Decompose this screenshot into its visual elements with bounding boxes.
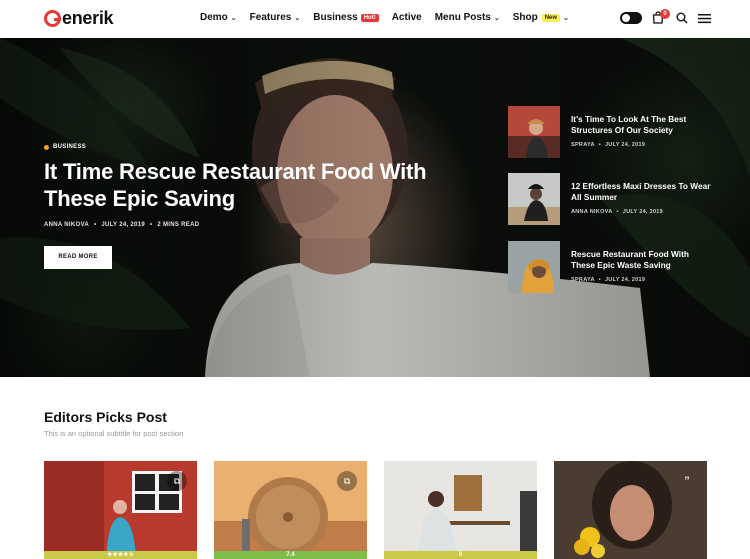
thumbnail-image xyxy=(508,241,560,293)
hero-author[interactable]: ANNA NIKOVA xyxy=(44,222,89,228)
nav-item-features[interactable]: Features ⌄ xyxy=(250,12,301,23)
nav-label: Active xyxy=(391,12,422,23)
chevron-down-icon: ⌄ xyxy=(493,14,500,22)
side-post-author[interactable]: SPRAYA xyxy=(571,142,595,148)
side-post-thumbnail[interactable] xyxy=(508,241,560,293)
post-card[interactable]: ” xyxy=(554,461,707,559)
hot-badge: Hot! xyxy=(360,13,379,22)
hero-section: BUSINESS It Time Rescue Restaurant Food … xyxy=(0,38,750,377)
hamburger-menu-icon[interactable] xyxy=(698,13,711,24)
logo-text: enerik xyxy=(62,8,114,28)
chevron-down-icon: ⌄ xyxy=(563,14,569,22)
post-card[interactable]: ⧉ ★★★★☆ xyxy=(44,461,197,559)
side-post-author[interactable]: ANNA NIKOVA xyxy=(571,209,613,215)
cart-count-badge: 0 xyxy=(660,9,670,19)
nav-label: Features xyxy=(249,12,292,23)
gallery-icon: ⧉ xyxy=(167,471,187,491)
side-post[interactable]: Rescue Restaurant Food With These Epic W… xyxy=(508,241,728,293)
nav-label: Shop xyxy=(512,12,538,23)
card-score: 6 xyxy=(458,552,463,558)
thumbnail-image xyxy=(508,173,560,225)
hero-read-time: 2 MINS READ xyxy=(157,222,200,228)
side-post-meta: SPRAYA • JULY 24, 2019 xyxy=(571,142,645,148)
nav-label: Menu Posts xyxy=(434,12,491,23)
side-post[interactable]: It's Time To Look At The Best Structures… xyxy=(508,106,728,158)
card-star-rating: ★★★★☆ xyxy=(107,552,134,558)
side-post-thumbnail[interactable] xyxy=(508,173,560,225)
chevron-down-icon: ⌄ xyxy=(230,14,237,22)
side-post-title[interactable]: Rescue Restaurant Food With These Epic W… xyxy=(571,249,711,270)
nav-item-business[interactable]: Business Hot! xyxy=(313,12,379,23)
chevron-down-icon: ⌄ xyxy=(294,14,301,22)
hero-title[interactable]: It Time Rescue Restaurant Food With Thes… xyxy=(44,158,464,212)
side-post-meta: ANNA NIKOVA • JULY 24, 2019 xyxy=(571,209,663,215)
side-post-date: JULY 24, 2019 xyxy=(604,142,646,148)
nav-item-active[interactable]: Active xyxy=(392,12,422,23)
meta-separator: • xyxy=(616,209,619,215)
side-post[interactable]: 12 Effortless Maxi Dresses To Wear All S… xyxy=(508,173,728,225)
thumbnail-image xyxy=(508,106,560,158)
category-label: BUSINESS xyxy=(53,144,87,150)
side-post-title[interactable]: 12 Effortless Maxi Dresses To Wear All S… xyxy=(571,181,711,202)
site-logo[interactable]: enerik xyxy=(44,8,114,29)
site-header: enerik Demo ⌄ Features ⌄ Business Hot! A… xyxy=(0,0,750,38)
nav-item-menu-posts[interactable]: Menu Posts ⌄ xyxy=(435,12,500,23)
gallery-icon: ⧉ xyxy=(337,471,357,491)
side-post-author[interactable]: SPRAYA xyxy=(571,277,595,283)
cart-button[interactable]: 0 xyxy=(652,9,670,25)
search-icon[interactable] xyxy=(676,12,688,24)
category-dot xyxy=(44,144,49,150)
header-tools: 0 xyxy=(620,9,711,25)
nav-label: Demo xyxy=(200,12,228,23)
read-more-button[interactable]: READ MORE xyxy=(44,246,112,269)
section-title: Editors Picks Post xyxy=(44,409,167,425)
section-subtitle: This is an optional subtitle for post se… xyxy=(44,429,184,438)
side-post-title[interactable]: It's Time To Look At The Best Structures… xyxy=(571,114,711,135)
side-post-thumbnail[interactable] xyxy=(508,106,560,158)
nav-item-shop[interactable]: Shop New ⌄ xyxy=(513,12,569,23)
side-post-meta: SPRAYA • JULY 24, 2019 xyxy=(571,277,645,283)
nav-item-demo[interactable]: Demo ⌄ xyxy=(200,12,237,23)
side-post-date: JULY 24, 2019 xyxy=(622,209,664,215)
post-card[interactable]: 6 xyxy=(384,461,537,559)
logo-g-mark xyxy=(44,10,61,27)
side-post-date: JULY 24, 2019 xyxy=(604,277,646,283)
meta-separator: • xyxy=(149,222,153,228)
new-badge: New xyxy=(541,13,561,22)
post-card[interactable]: ⧉ 7.4 xyxy=(214,461,367,559)
quote-icon: ” xyxy=(684,473,690,489)
nav-label: Business xyxy=(313,12,358,23)
meta-separator: • xyxy=(598,277,601,283)
dark-mode-toggle[interactable] xyxy=(620,12,642,24)
hero-meta: ANNA NIKOVA • JULY 24, 2019 • 2 MINS REA… xyxy=(44,222,199,228)
card-image xyxy=(384,461,537,559)
meta-separator: • xyxy=(93,222,97,228)
hero-category[interactable]: BUSINESS xyxy=(44,144,86,150)
hero-date: JULY 24, 2019 xyxy=(101,222,145,228)
meta-separator: • xyxy=(598,142,601,148)
main-nav: Demo ⌄ Features ⌄ Business Hot! Active M… xyxy=(200,12,582,23)
card-score: 7.4 xyxy=(286,552,295,558)
